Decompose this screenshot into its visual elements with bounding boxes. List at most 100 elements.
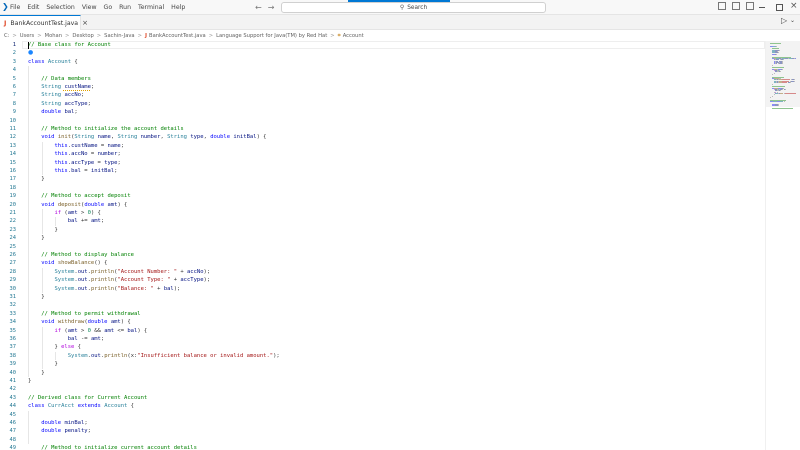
code-token: // Method to initialize the account deta… bbox=[41, 126, 184, 132]
code-line[interactable]: } bbox=[28, 369, 44, 377]
code-line[interactable]: void showBalance() { bbox=[28, 259, 107, 267]
code-line[interactable]: void deposit(double amt) { bbox=[28, 201, 127, 209]
minimap-line bbox=[782, 68, 784, 70]
code-token: accNo bbox=[71, 151, 88, 158]
code-line[interactable]: } bbox=[28, 293, 44, 301]
menu-item-terminal[interactable]: Terminal bbox=[138, 0, 164, 15]
code-line[interactable]: void init(String name, String number, St… bbox=[28, 133, 266, 141]
code-token: "Insufficient balance or invalid amount.… bbox=[137, 352, 274, 359]
line-number: 30 bbox=[9, 285, 17, 292]
search-box[interactable]: ⚲ Search bbox=[281, 2, 546, 13]
code-line[interactable]: } bbox=[28, 377, 31, 385]
breadcrumb-item[interactable]: BankAccountTest.java bbox=[149, 33, 206, 39]
code-line[interactable]: } bbox=[28, 226, 57, 234]
code-line[interactable]: // Method to display balance bbox=[28, 251, 134, 259]
code-line[interactable]: String accType; bbox=[28, 100, 91, 108]
lightbulb-icon[interactable]: ● bbox=[28, 49, 33, 56]
search-label: Search bbox=[407, 4, 428, 11]
code-line[interactable]: } bbox=[28, 234, 44, 242]
breadcrumb-item[interactable]: Sachin-Java bbox=[104, 33, 134, 39]
code-editor[interactable]: 1 2 3 4 5 6 7 8 9 10 11 12 13 14 15 16 17 18 19 20 21 22 23 24 2… bbox=[0, 41, 765, 450]
code-token: ) { bbox=[120, 319, 131, 326]
code-line[interactable]: if (amt > 0 && amt <= bal) { bbox=[28, 327, 148, 335]
code-line[interactable]: double bal; bbox=[28, 108, 77, 116]
forward-arrow-icon[interactable]: → bbox=[268, 3, 275, 12]
line-number: 34 bbox=[9, 319, 17, 326]
code-line[interactable]: // Method to permit withdrawal bbox=[28, 310, 141, 318]
warning-squiggle[interactable] bbox=[63, 90, 90, 92]
code-line[interactable]: System.out.println("Account Type: " + ac… bbox=[28, 276, 211, 284]
run-dropdown-icon[interactable]: ⌄ bbox=[790, 17, 795, 24]
code-token: initBal bbox=[90, 168, 115, 174]
toggle-panel-icon[interactable] bbox=[732, 2, 740, 10]
code-token: = bbox=[97, 142, 108, 149]
code-line[interactable]: if (amt > 0) { bbox=[28, 209, 101, 217]
code-token: ); bbox=[173, 285, 181, 292]
breadcrumb-item[interactable]: C: bbox=[4, 33, 9, 39]
back-arrow-icon[interactable]: ← bbox=[255, 3, 262, 12]
code-line[interactable]: } bbox=[28, 175, 44, 183]
tab-close-icon[interactable]: × bbox=[82, 19, 88, 27]
code-line[interactable]: // Data members bbox=[28, 75, 91, 83]
code-token: amt bbox=[67, 210, 78, 216]
minimap[interactable] bbox=[765, 41, 800, 450]
code-line[interactable]: } bbox=[28, 360, 57, 368]
run-icon[interactable]: ▷ bbox=[781, 16, 787, 25]
code-line[interactable]: // Method to accept deposit bbox=[28, 192, 130, 200]
code-line[interactable]: } else { bbox=[28, 343, 81, 351]
line-number: 15 bbox=[9, 159, 17, 166]
menu-item-view[interactable]: View bbox=[82, 0, 97, 15]
code-token: ; bbox=[117, 151, 121, 158]
breadcrumb-item[interactable]: Desktop bbox=[72, 33, 93, 39]
code-token: ; bbox=[90, 84, 95, 90]
breadcrumb-item[interactable]: Language Support for Java(TM) by Red Hat bbox=[216, 33, 327, 39]
code-token: type bbox=[104, 159, 118, 166]
code-line[interactable]: double penalty; bbox=[28, 427, 91, 435]
breadcrumb-item[interactable]: Account bbox=[343, 33, 364, 39]
code-line[interactable]: System.out.println(x:"Insufficient balan… bbox=[28, 352, 280, 360]
code-line[interactable]: void withdraw(double amt) { bbox=[28, 318, 131, 326]
code-line[interactable]: this.custName = name; bbox=[28, 142, 125, 150]
code-line[interactable]: bal -= amt; bbox=[28, 335, 104, 343]
menu-item-file[interactable]: File bbox=[10, 0, 20, 15]
menu-item-selection[interactable]: Selection bbox=[46, 0, 75, 15]
code-line[interactable]: this.accType = type; bbox=[28, 159, 121, 167]
code-token: ( bbox=[61, 327, 68, 334]
code-token: bal bbox=[127, 327, 138, 334]
code-line[interactable]: // Method to initialize the account deta… bbox=[28, 125, 184, 133]
code-line[interactable]: double minBal; bbox=[28, 419, 87, 427]
line-number: 1 bbox=[12, 42, 16, 48]
code-line[interactable]: // Derived class for Current Account bbox=[28, 394, 147, 402]
code-line[interactable]: System.out.println("Account Number: " + … bbox=[28, 268, 211, 276]
close-window-icon[interactable]: × bbox=[790, 1, 798, 11]
minimize-icon[interactable] bbox=[759, 7, 765, 8]
menu-item-go[interactable]: Go bbox=[104, 0, 113, 15]
code-token: // Base class for Account bbox=[28, 42, 111, 48]
maximize-icon[interactable] bbox=[776, 4, 783, 11]
code-line[interactable]: String accNo; bbox=[28, 91, 84, 99]
code-line[interactable]: // Base class for Account bbox=[28, 41, 111, 49]
code-line[interactable]: bal += amt; bbox=[28, 217, 104, 225]
code-line[interactable]: System.out.println("Balance: " + bal); bbox=[28, 285, 181, 293]
code-line[interactable]: this.accNo = number; bbox=[28, 150, 121, 158]
code-token: accNo bbox=[64, 92, 81, 99]
toggle-primary-sidebar-icon[interactable] bbox=[718, 2, 726, 10]
code-line[interactable]: // Method to initialize current account … bbox=[28, 444, 197, 450]
line-number: 41 bbox=[9, 378, 17, 384]
menu-item-run[interactable]: Run bbox=[119, 0, 131, 15]
breadcrumb-item[interactable]: Mohan bbox=[45, 33, 62, 39]
toggle-secondary-sidebar-icon[interactable] bbox=[746, 2, 754, 10]
menu-item-edit[interactable]: Edit bbox=[27, 0, 39, 15]
breadcrumb-item[interactable]: Users bbox=[20, 33, 35, 39]
menu-item-help[interactable]: Help bbox=[171, 0, 185, 15]
tab-bar: J BankAccountTest.java × ▷ ⌄ bbox=[0, 15, 800, 30]
code-line[interactable]: this.bal = initBal; bbox=[28, 167, 118, 175]
code-line[interactable]: class CurrAcct extends Account { bbox=[28, 402, 134, 410]
code-token: // Method to permit withdrawal bbox=[41, 310, 141, 317]
tab-bankaccounttest[interactable]: J BankAccountTest.java × bbox=[0, 15, 88, 30]
code-line[interactable]: class Account { bbox=[28, 58, 78, 66]
line-number-gutter: 1 2 3 4 5 6 7 8 9 10 11 12 13 14 15 16 17 18 19 20 21 22 23 24 2… bbox=[0, 41, 22, 450]
code-token: withdraw bbox=[57, 319, 85, 326]
